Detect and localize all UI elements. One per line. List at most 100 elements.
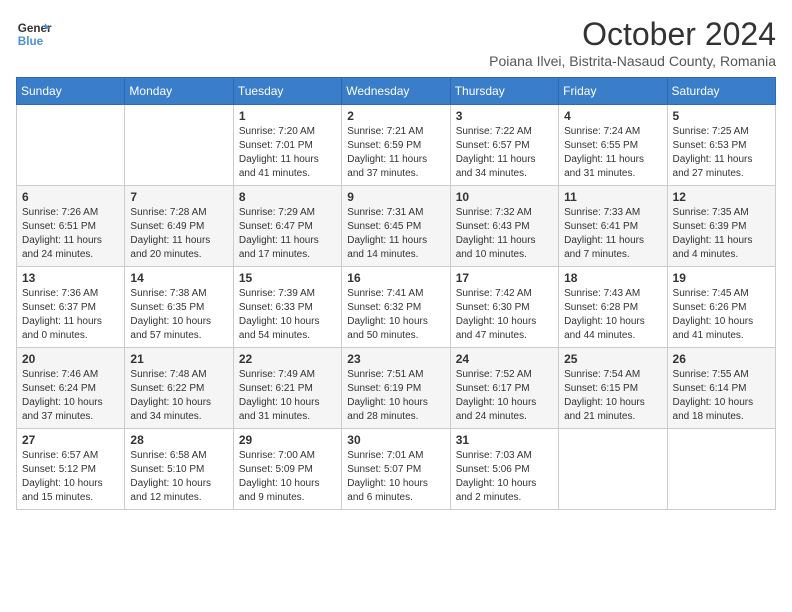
calendar-cell: 22 Sunrise: 7:49 AM Sunset: 6:21 PM Dayli…: [233, 348, 341, 429]
day-number: 25: [564, 352, 661, 366]
calendar-cell: 13 Sunrise: 7:36 AM Sunset: 6:37 PM Dayli…: [17, 267, 125, 348]
day-number: 24: [456, 352, 553, 366]
week-row-3: 13 Sunrise: 7:36 AM Sunset: 6:37 PM Dayli…: [17, 267, 776, 348]
day-header-friday: Friday: [559, 78, 667, 105]
calendar-cell: [667, 429, 775, 510]
day-header-monday: Monday: [125, 78, 233, 105]
day-info: Sunrise: 6:57 AM Sunset: 5:12 PM Dayligh…: [22, 449, 119, 505]
day-info: Sunrise: 7:52 AM Sunset: 6:17 PM Dayligh…: [456, 368, 553, 424]
day-info: Sunrise: 7:20 AM Sunset: 7:01 PM Dayligh…: [239, 125, 336, 181]
calendar-cell: 12 Sunrise: 7:35 AM Sunset: 6:39 PM Dayli…: [667, 186, 775, 267]
month-title: October 2024: [489, 16, 776, 53]
day-number: 13: [22, 271, 119, 285]
day-number: 10: [456, 190, 553, 204]
day-info: Sunrise: 7:26 AM Sunset: 6:51 PM Dayligh…: [22, 206, 119, 262]
calendar-cell: 31 Sunrise: 7:03 AM Sunset: 5:06 PM Dayli…: [450, 429, 558, 510]
day-info: Sunrise: 7:43 AM Sunset: 6:28 PM Dayligh…: [564, 287, 661, 343]
page-header: General Blue October 2024 Poiana Ilvei, …: [16, 16, 776, 69]
day-number: 20: [22, 352, 119, 366]
calendar-cell: 23Sunrise: 7:51 AM Sunset: 6:19 PM Dayli…: [342, 348, 450, 429]
day-number: 7: [130, 190, 227, 204]
day-number: 27: [22, 433, 119, 447]
day-header-saturday: Saturday: [667, 78, 775, 105]
day-info: Sunrise: 7:54 AM Sunset: 6:15 PM Dayligh…: [564, 368, 661, 424]
day-info: Sunrise: 7:45 AM Sunset: 6:26 PM Dayligh…: [673, 287, 770, 343]
calendar-cell: 2Sunrise: 7:21 AM Sunset: 6:59 PM Daylig…: [342, 105, 450, 186]
day-number: 14: [130, 271, 227, 285]
day-info: Sunrise: 7:22 AM Sunset: 6:57 PM Dayligh…: [456, 125, 553, 181]
calendar-cell: 25 Sunrise: 7:54 AM Sunset: 6:15 PM Dayli…: [559, 348, 667, 429]
day-header-sunday: Sunday: [17, 78, 125, 105]
day-info: Sunrise: 7:28 AM Sunset: 6:49 PM Dayligh…: [130, 206, 227, 262]
calendar-cell: [559, 429, 667, 510]
week-row-1: 1Sunrise: 7:20 AM Sunset: 7:01 PM Daylig…: [17, 105, 776, 186]
logo: General Blue: [16, 16, 52, 52]
day-number: 30: [347, 433, 444, 447]
day-info: Sunrise: 7:35 AM Sunset: 6:39 PM Dayligh…: [673, 206, 770, 262]
calendar-cell: 10 Sunrise: 7:32 AM Sunset: 6:43 PM Dayli…: [450, 186, 558, 267]
day-info: Sunrise: 7:24 AM Sunset: 6:55 PM Dayligh…: [564, 125, 661, 181]
svg-text:Blue: Blue: [18, 35, 44, 48]
day-info: Sunrise: 6:58 AM Sunset: 5:10 PM Dayligh…: [130, 449, 227, 505]
calendar-cell: 11Sunrise: 7:33 AM Sunset: 6:41 PM Dayli…: [559, 186, 667, 267]
day-number: 3: [456, 109, 553, 123]
calendar-table: SundayMondayTuesdayWednesdayThursdayFrid…: [16, 77, 776, 510]
week-row-4: 20 Sunrise: 7:46 AM Sunset: 6:24 PM Dayli…: [17, 348, 776, 429]
calendar-cell: 1Sunrise: 7:20 AM Sunset: 7:01 PM Daylig…: [233, 105, 341, 186]
calendar-cell: 6Sunrise: 7:26 AM Sunset: 6:51 PM Daylig…: [17, 186, 125, 267]
calendar-cell: [125, 105, 233, 186]
day-number: 28: [130, 433, 227, 447]
day-info: Sunrise: 7:42 AM Sunset: 6:30 PM Dayligh…: [456, 287, 553, 343]
calendar-cell: 7 Sunrise: 7:28 AM Sunset: 6:49 PM Daylig…: [125, 186, 233, 267]
day-info: Sunrise: 7:36 AM Sunset: 6:37 PM Dayligh…: [22, 287, 119, 343]
day-info: Sunrise: 7:31 AM Sunset: 6:45 PM Dayligh…: [347, 206, 444, 262]
day-number: 23: [347, 352, 444, 366]
calendar-cell: 9 Sunrise: 7:31 AM Sunset: 6:45 PM Daylig…: [342, 186, 450, 267]
calendar-cell: 17 Sunrise: 7:42 AM Sunset: 6:30 PM Dayli…: [450, 267, 558, 348]
logo-icon: General Blue: [16, 16, 52, 52]
calendar-cell: 24 Sunrise: 7:52 AM Sunset: 6:17 PM Dayli…: [450, 348, 558, 429]
day-info: Sunrise: 7:03 AM Sunset: 5:06 PM Dayligh…: [456, 449, 553, 505]
day-header-thursday: Thursday: [450, 78, 558, 105]
calendar-cell: 4Sunrise: 7:24 AM Sunset: 6:55 PM Daylig…: [559, 105, 667, 186]
day-number: 18: [564, 271, 661, 285]
calendar-cell: 3 Sunrise: 7:22 AM Sunset: 6:57 PM Daylig…: [450, 105, 558, 186]
calendar-cell: 26Sunrise: 7:55 AM Sunset: 6:14 PM Dayli…: [667, 348, 775, 429]
day-number: 8: [239, 190, 336, 204]
calendar-cell: [17, 105, 125, 186]
day-info: Sunrise: 7:25 AM Sunset: 6:53 PM Dayligh…: [673, 125, 770, 181]
day-number: 15: [239, 271, 336, 285]
day-number: 29: [239, 433, 336, 447]
day-info: Sunrise: 7:49 AM Sunset: 6:21 PM Dayligh…: [239, 368, 336, 424]
calendar-body: 1Sunrise: 7:20 AM Sunset: 7:01 PM Daylig…: [17, 105, 776, 510]
calendar-cell: 19Sunrise: 7:45 AM Sunset: 6:26 PM Dayli…: [667, 267, 775, 348]
day-number: 31: [456, 433, 553, 447]
day-info: Sunrise: 7:46 AM Sunset: 6:24 PM Dayligh…: [22, 368, 119, 424]
calendar-cell: 15Sunrise: 7:39 AM Sunset: 6:33 PM Dayli…: [233, 267, 341, 348]
day-number: 12: [673, 190, 770, 204]
day-info: Sunrise: 7:48 AM Sunset: 6:22 PM Dayligh…: [130, 368, 227, 424]
day-number: 5: [673, 109, 770, 123]
calendar-cell: 8 Sunrise: 7:29 AM Sunset: 6:47 PM Daylig…: [233, 186, 341, 267]
day-info: Sunrise: 7:00 AM Sunset: 5:09 PM Dayligh…: [239, 449, 336, 505]
title-area: October 2024 Poiana Ilvei, Bistrita-Nasa…: [489, 16, 776, 69]
calendar-cell: 30Sunrise: 7:01 AM Sunset: 5:07 PM Dayli…: [342, 429, 450, 510]
calendar-cell: 29 Sunrise: 7:00 AM Sunset: 5:09 PM Dayli…: [233, 429, 341, 510]
svg-text:General: General: [18, 22, 52, 35]
day-number: 26: [673, 352, 770, 366]
day-number: 17: [456, 271, 553, 285]
day-info: Sunrise: 7:38 AM Sunset: 6:35 PM Dayligh…: [130, 287, 227, 343]
week-row-5: 27 Sunrise: 6:57 AM Sunset: 5:12 PM Dayli…: [17, 429, 776, 510]
week-row-2: 6Sunrise: 7:26 AM Sunset: 6:51 PM Daylig…: [17, 186, 776, 267]
calendar-header-row: SundayMondayTuesdayWednesdayThursdayFrid…: [17, 78, 776, 105]
calendar-cell: 21Sunrise: 7:48 AM Sunset: 6:22 PM Dayli…: [125, 348, 233, 429]
day-header-wednesday: Wednesday: [342, 78, 450, 105]
day-number: 22: [239, 352, 336, 366]
day-info: Sunrise: 7:33 AM Sunset: 6:41 PM Dayligh…: [564, 206, 661, 262]
calendar-cell: 20 Sunrise: 7:46 AM Sunset: 6:24 PM Dayli…: [17, 348, 125, 429]
calendar-cell: 16Sunrise: 7:41 AM Sunset: 6:32 PM Dayli…: [342, 267, 450, 348]
day-number: 9: [347, 190, 444, 204]
day-info: Sunrise: 7:32 AM Sunset: 6:43 PM Dayligh…: [456, 206, 553, 262]
day-info: Sunrise: 7:29 AM Sunset: 6:47 PM Dayligh…: [239, 206, 336, 262]
location-subtitle: Poiana Ilvei, Bistrita-Nasaud County, Ro…: [489, 53, 776, 69]
